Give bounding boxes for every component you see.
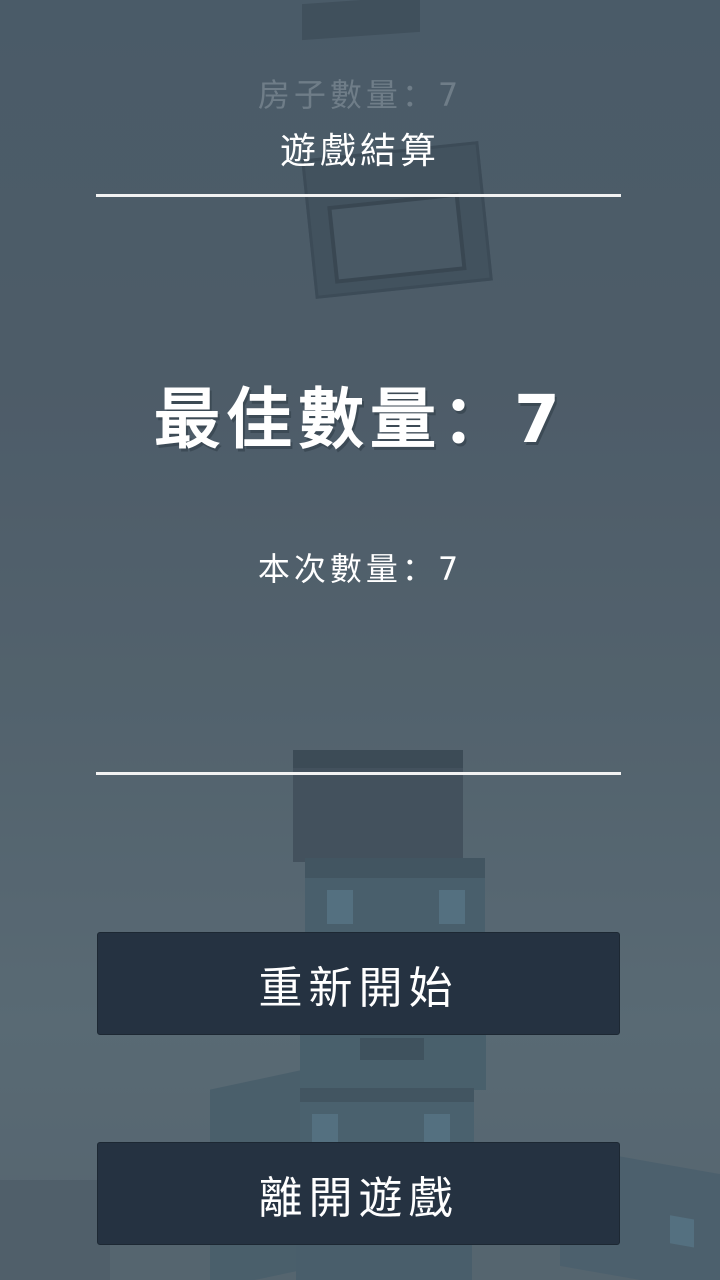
bottom-divider bbox=[96, 772, 621, 775]
top-divider bbox=[96, 194, 621, 197]
best-count-label: 最佳數量：7 bbox=[154, 381, 566, 458]
quit-button[interactable]: 離開遊戲 bbox=[97, 1142, 620, 1245]
house-count-label: 房子數量：7 bbox=[257, 76, 463, 114]
result-title: 遊戲結算 bbox=[279, 131, 440, 172]
dim-overlay bbox=[0, 0, 720, 1280]
current-count-label: 本次數量：7 bbox=[257, 550, 463, 588]
quit-button-label: 離開遊戲 bbox=[258, 1172, 459, 1224]
game-over-screen: 房子數量：7 遊戲結算 最佳數量：7 本次數量：7 重新開始 離開遊戲 bbox=[0, 0, 720, 1280]
restart-button[interactable]: 重新開始 bbox=[97, 932, 620, 1035]
restart-button-label: 重新開始 bbox=[258, 962, 459, 1014]
